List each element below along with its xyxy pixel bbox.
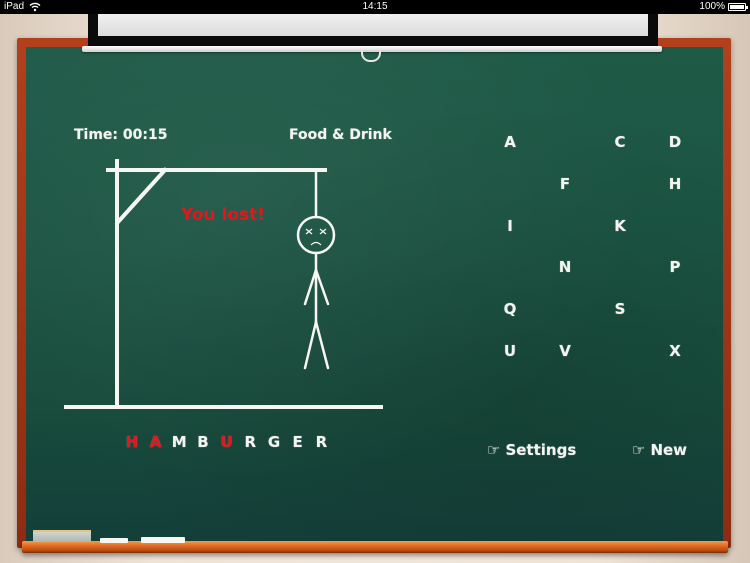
letter-key-v[interactable]: V bbox=[553, 342, 577, 360]
word-letter: A bbox=[149, 433, 162, 451]
word-letter: M bbox=[171, 433, 187, 451]
chalkboard bbox=[26, 47, 723, 542]
pointing-hand-icon: ☞ bbox=[632, 441, 646, 459]
letter-key-s[interactable]: S bbox=[608, 300, 632, 318]
projector-screen-surface bbox=[98, 14, 648, 36]
letter-key-n[interactable]: N bbox=[553, 258, 577, 276]
timer: Time: 00:15 bbox=[74, 127, 168, 143]
word-letter: B bbox=[197, 433, 209, 451]
word-letter: R bbox=[315, 433, 328, 451]
battery-icon bbox=[728, 3, 748, 11]
category-label: Food & Drink bbox=[289, 127, 392, 143]
word-letter: G bbox=[267, 433, 281, 451]
status-bar: iPad 14:15 100% bbox=[0, 0, 750, 14]
word-letter: R bbox=[244, 433, 257, 451]
chalk-ledge bbox=[22, 541, 728, 553]
chalk-piece bbox=[100, 538, 128, 543]
letter-key-h[interactable]: H bbox=[663, 175, 687, 193]
letter-key-f[interactable]: F bbox=[553, 175, 577, 193]
letter-key-u[interactable]: U bbox=[498, 342, 522, 360]
battery-percent: 100% bbox=[699, 1, 725, 12]
new-game-label: New bbox=[650, 441, 688, 459]
pointing-hand-icon: ☞ bbox=[487, 441, 501, 459]
game-result-message: You lost! bbox=[181, 205, 265, 225]
letter-key-d[interactable]: D bbox=[663, 133, 687, 151]
settings-button[interactable]: ☞ Settings bbox=[487, 441, 576, 459]
word-letter: H bbox=[125, 433, 139, 451]
word-display: HAMBURGER bbox=[120, 433, 333, 451]
letter-key-c[interactable]: C bbox=[608, 133, 632, 151]
letter-key-k[interactable]: K bbox=[608, 217, 632, 235]
letter-key-a[interactable]: A bbox=[498, 133, 522, 151]
letter-key-q[interactable]: Q bbox=[498, 300, 522, 318]
chalk-piece bbox=[141, 537, 185, 543]
eraser bbox=[33, 530, 91, 542]
new-game-button[interactable]: ☞ New bbox=[632, 441, 687, 459]
settings-label: Settings bbox=[505, 441, 577, 459]
letter-key-p[interactable]: P bbox=[663, 258, 687, 276]
clock: 14:15 bbox=[362, 1, 388, 12]
letter-key-i[interactable]: I bbox=[498, 217, 522, 235]
letter-key-x[interactable]: X bbox=[663, 342, 687, 360]
word-letter: E bbox=[292, 433, 303, 451]
word-letter: U bbox=[220, 433, 233, 451]
